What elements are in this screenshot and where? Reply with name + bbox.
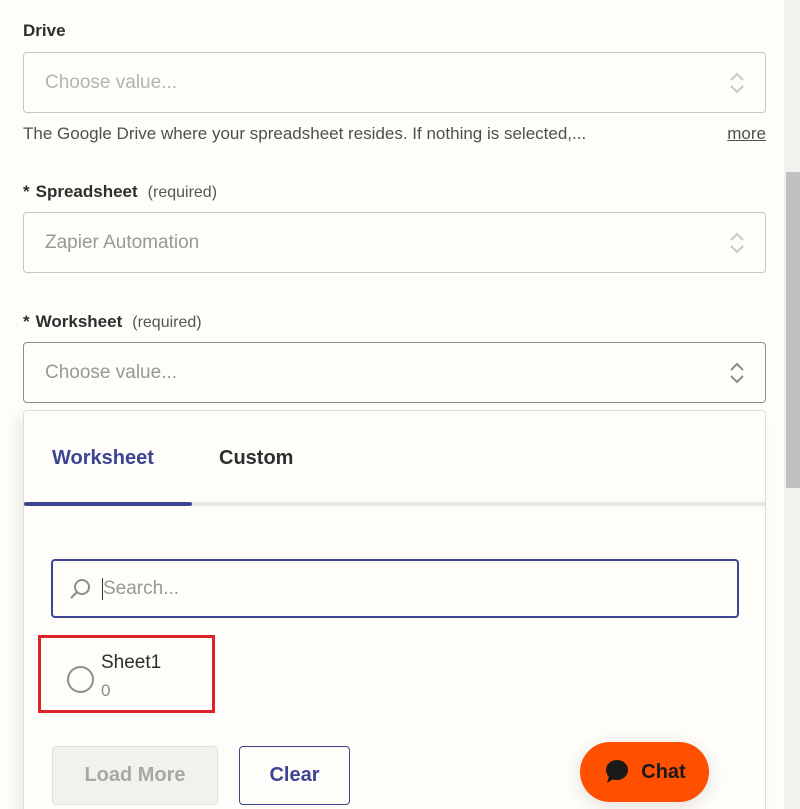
worksheet-label: * Worksheet (required) bbox=[23, 312, 202, 331]
worksheet-select[interactable]: Choose value... bbox=[23, 342, 766, 403]
option-subtext: 0 bbox=[101, 681, 111, 700]
chat-label: Chat bbox=[641, 760, 686, 783]
required-marker: * bbox=[23, 312, 30, 331]
scrollbar-thumb[interactable] bbox=[786, 172, 800, 488]
page: Drive Choose value... The Google Drive w… bbox=[0, 0, 800, 809]
search-icon bbox=[70, 578, 90, 599]
worksheet-placeholder: Choose value... bbox=[45, 361, 178, 383]
tab-worksheet[interactable]: Worksheet bbox=[52, 447, 154, 470]
scrollbar[interactable] bbox=[784, 0, 800, 809]
option-name: Sheet1 bbox=[101, 652, 162, 673]
search-box[interactable] bbox=[51, 559, 739, 618]
chevron-up-down-icon bbox=[730, 72, 744, 93]
clear-button[interactable]: Clear bbox=[239, 746, 350, 805]
radio-button[interactable] bbox=[67, 666, 94, 693]
tab-custom[interactable]: Custom bbox=[219, 447, 293, 470]
option-sheet1[interactable]: Sheet1 0 bbox=[38, 635, 215, 713]
drive-label: Drive bbox=[23, 21, 66, 40]
chat-button[interactable]: Chat bbox=[580, 742, 709, 802]
spreadsheet-label: * Spreadsheet (required) bbox=[23, 182, 218, 201]
drive-select[interactable]: Choose value... bbox=[23, 52, 766, 113]
more-link[interactable]: more bbox=[727, 124, 766, 144]
required-marker: * bbox=[23, 182, 30, 201]
required-text: (required) bbox=[147, 184, 218, 201]
search-input[interactable] bbox=[103, 577, 703, 600]
drive-placeholder: Choose value... bbox=[45, 71, 178, 93]
form-panel: Drive Choose value... The Google Drive w… bbox=[0, 0, 784, 809]
spreadsheet-value: Zapier Automation bbox=[45, 231, 200, 253]
spreadsheet-select[interactable]: Zapier Automation bbox=[23, 212, 766, 273]
load-more-button[interactable]: Load More bbox=[52, 746, 218, 805]
dropdown-tabs: Worksheet Custom bbox=[24, 411, 765, 506]
chevron-up-down-icon bbox=[730, 362, 744, 383]
active-tab-indicator bbox=[24, 502, 192, 506]
drive-help-text: The Google Drive where your spreadsheet … bbox=[23, 124, 766, 144]
chevron-up-down-icon bbox=[730, 232, 744, 253]
required-text: (required) bbox=[132, 314, 202, 331]
chat-bubble-icon bbox=[606, 760, 629, 783]
